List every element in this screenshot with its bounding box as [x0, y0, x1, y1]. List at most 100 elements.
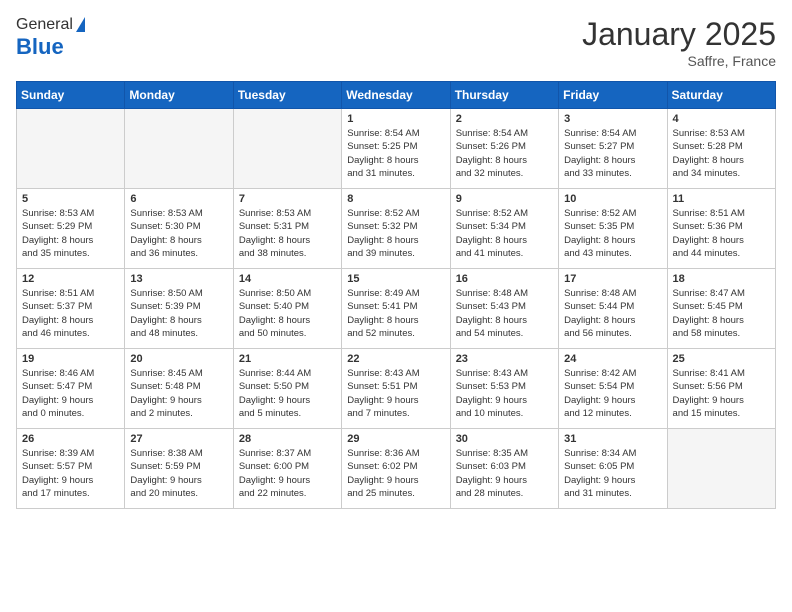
day-info: Sunrise: 8:54 AM Sunset: 5:25 PM Dayligh… [347, 127, 444, 180]
day-number: 5 [22, 193, 119, 205]
day-info: Sunrise: 8:36 AM Sunset: 6:02 PM Dayligh… [347, 447, 444, 500]
day-info: Sunrise: 8:54 AM Sunset: 5:26 PM Dayligh… [456, 127, 553, 180]
calendar-cell [17, 109, 125, 189]
weekday-header-thursday: Thursday [450, 82, 558, 109]
weekday-header-saturday: Saturday [667, 82, 775, 109]
day-number: 30 [456, 433, 553, 445]
calendar-cell: 28 Sunrise: 8:37 AM Sunset: 6:00 PM Dayli… [233, 429, 341, 509]
day-number: 2 [456, 113, 553, 125]
day-info: Sunrise: 8:38 AM Sunset: 5:59 PM Dayligh… [130, 447, 227, 500]
day-info: Sunrise: 8:41 AM Sunset: 5:56 PM Dayligh… [673, 367, 770, 420]
calendar-table: SundayMondayTuesdayWednesdayThursdayFrid… [16, 81, 776, 509]
calendar-cell: 18Sunrise: 8:47 AM Sunset: 5:45 PM Dayli… [667, 269, 775, 349]
day-number: 9 [456, 193, 553, 205]
day-number: 15 [347, 273, 444, 285]
day-number: 28 [239, 433, 336, 445]
calendar-cell: 9 Sunrise: 8:52 AM Sunset: 5:34 PM Daylig… [450, 189, 558, 269]
day-number: 4 [673, 113, 770, 125]
calendar-header-row: SundayMondayTuesdayWednesdayThursdayFrid… [17, 82, 776, 109]
day-number: 25 [673, 353, 770, 365]
day-info: Sunrise: 8:50 AM Sunset: 5:40 PM Dayligh… [239, 287, 336, 340]
day-number: 17 [564, 273, 661, 285]
calendar-cell: 6 Sunrise: 8:53 AM Sunset: 5:30 PM Daylig… [125, 189, 233, 269]
calendar-cell: 20Sunrise: 8:45 AM Sunset: 5:48 PM Dayli… [125, 349, 233, 429]
day-number: 26 [22, 433, 119, 445]
calendar-cell: 24Sunrise: 8:42 AM Sunset: 5:54 PM Dayli… [559, 349, 667, 429]
calendar-cell: 4 Sunrise: 8:53 AM Sunset: 5:28 PM Daylig… [667, 109, 775, 189]
day-number: 10 [564, 193, 661, 205]
day-number: 27 [130, 433, 227, 445]
calendar-cell: 7Sunrise: 8:53 AM Sunset: 5:31 PM Daylig… [233, 189, 341, 269]
day-number: 24 [564, 353, 661, 365]
calendar-week-row: 12 Sunrise: 8:51 AM Sunset: 5:37 PM Dayli… [17, 269, 776, 349]
day-info: Sunrise: 8:43 AM Sunset: 5:51 PM Dayligh… [347, 367, 444, 420]
calendar-cell [125, 109, 233, 189]
day-info: Sunrise: 8:43 AM Sunset: 5:53 PM Dayligh… [456, 367, 553, 420]
calendar-cell: 30 Sunrise: 8:35 AM Sunset: 6:03 PM Dayli… [450, 429, 558, 509]
calendar-cell: 10 Sunrise: 8:52 AM Sunset: 5:35 PM Dayli… [559, 189, 667, 269]
day-number: 22 [347, 353, 444, 365]
calendar-week-row: 19Sunrise: 8:46 AM Sunset: 5:47 PM Dayli… [17, 349, 776, 429]
title-area: January 2025 Saffre, France [582, 16, 776, 69]
calendar-week-row: 5 Sunrise: 8:53 AM Sunset: 5:29 PM Daylig… [17, 189, 776, 269]
weekday-header-wednesday: Wednesday [342, 82, 450, 109]
calendar-cell: 12 Sunrise: 8:51 AM Sunset: 5:37 PM Dayli… [17, 269, 125, 349]
day-info: Sunrise: 8:37 AM Sunset: 6:00 PM Dayligh… [239, 447, 336, 500]
day-info: Sunrise: 8:35 AM Sunset: 6:03 PM Dayligh… [456, 447, 553, 500]
day-number: 29 [347, 433, 444, 445]
day-info: Sunrise: 8:48 AM Sunset: 5:43 PM Dayligh… [456, 287, 553, 340]
day-info: Sunrise: 8:52 AM Sunset: 5:34 PM Dayligh… [456, 207, 553, 260]
day-number: 23 [456, 353, 553, 365]
calendar-cell: 22 Sunrise: 8:43 AM Sunset: 5:51 PM Dayli… [342, 349, 450, 429]
calendar-week-row: 26Sunrise: 8:39 AM Sunset: 5:57 PM Dayli… [17, 429, 776, 509]
day-info: Sunrise: 8:52 AM Sunset: 5:35 PM Dayligh… [564, 207, 661, 260]
calendar-cell: 2 Sunrise: 8:54 AM Sunset: 5:26 PM Daylig… [450, 109, 558, 189]
location-label: Saffre, France [582, 53, 776, 69]
logo-general-text: General [16, 16, 73, 34]
day-number: 19 [22, 353, 119, 365]
calendar-cell: 8 Sunrise: 8:52 AM Sunset: 5:32 PM Daylig… [342, 189, 450, 269]
day-number: 13 [130, 273, 227, 285]
calendar-cell: 3 Sunrise: 8:54 AM Sunset: 5:27 PM Daylig… [559, 109, 667, 189]
day-number: 7 [239, 193, 336, 205]
day-info: Sunrise: 8:47 AM Sunset: 5:45 PM Dayligh… [673, 287, 770, 340]
day-info: Sunrise: 8:53 AM Sunset: 5:28 PM Dayligh… [673, 127, 770, 180]
calendar-cell [667, 429, 775, 509]
calendar-week-row: 1 Sunrise: 8:54 AM Sunset: 5:25 PM Daylig… [17, 109, 776, 189]
day-number: 6 [130, 193, 227, 205]
calendar-cell: 31 Sunrise: 8:34 AM Sunset: 6:05 PM Dayli… [559, 429, 667, 509]
day-info: Sunrise: 8:54 AM Sunset: 5:27 PM Dayligh… [564, 127, 661, 180]
day-info: Sunrise: 8:52 AM Sunset: 5:32 PM Dayligh… [347, 207, 444, 260]
calendar-cell: 14 Sunrise: 8:50 AM Sunset: 5:40 PM Dayli… [233, 269, 341, 349]
calendar-cell: 25 Sunrise: 8:41 AM Sunset: 5:56 PM Dayli… [667, 349, 775, 429]
calendar-cell: 23 Sunrise: 8:43 AM Sunset: 5:53 PM Dayli… [450, 349, 558, 429]
day-number: 20 [130, 353, 227, 365]
day-info: Sunrise: 8:50 AM Sunset: 5:39 PM Dayligh… [130, 287, 227, 340]
day-info: Sunrise: 8:44 AM Sunset: 5:50 PM Dayligh… [239, 367, 336, 420]
day-number: 14 [239, 273, 336, 285]
month-title: January 2025 [582, 16, 776, 53]
weekday-header-friday: Friday [559, 82, 667, 109]
day-number: 1 [347, 113, 444, 125]
day-number: 12 [22, 273, 119, 285]
day-info: Sunrise: 8:48 AM Sunset: 5:44 PM Dayligh… [564, 287, 661, 340]
day-info: Sunrise: 8:51 AM Sunset: 5:37 PM Dayligh… [22, 287, 119, 340]
day-number: 16 [456, 273, 553, 285]
day-number: 3 [564, 113, 661, 125]
calendar-cell: 11 Sunrise: 8:51 AM Sunset: 5:36 PM Dayli… [667, 189, 775, 269]
day-info: Sunrise: 8:34 AM Sunset: 6:05 PM Dayligh… [564, 447, 661, 500]
logo-blue-text: Blue [16, 34, 64, 59]
day-info: Sunrise: 8:51 AM Sunset: 5:36 PM Dayligh… [673, 207, 770, 260]
day-info: Sunrise: 8:53 AM Sunset: 5:30 PM Dayligh… [130, 207, 227, 260]
day-number: 8 [347, 193, 444, 205]
day-info: Sunrise: 8:53 AM Sunset: 5:29 PM Dayligh… [22, 207, 119, 260]
day-number: 31 [564, 433, 661, 445]
calendar-cell: 29 Sunrise: 8:36 AM Sunset: 6:02 PM Dayli… [342, 429, 450, 509]
weekday-header-monday: Monday [125, 82, 233, 109]
day-number: 11 [673, 193, 770, 205]
calendar-cell: 19Sunrise: 8:46 AM Sunset: 5:47 PM Dayli… [17, 349, 125, 429]
day-number: 21 [239, 353, 336, 365]
calendar-cell: 15Sunrise: 8:49 AM Sunset: 5:41 PM Dayli… [342, 269, 450, 349]
calendar-cell: 27 Sunrise: 8:38 AM Sunset: 5:59 PM Dayli… [125, 429, 233, 509]
calendar-cell: 16 Sunrise: 8:48 AM Sunset: 5:43 PM Dayli… [450, 269, 558, 349]
